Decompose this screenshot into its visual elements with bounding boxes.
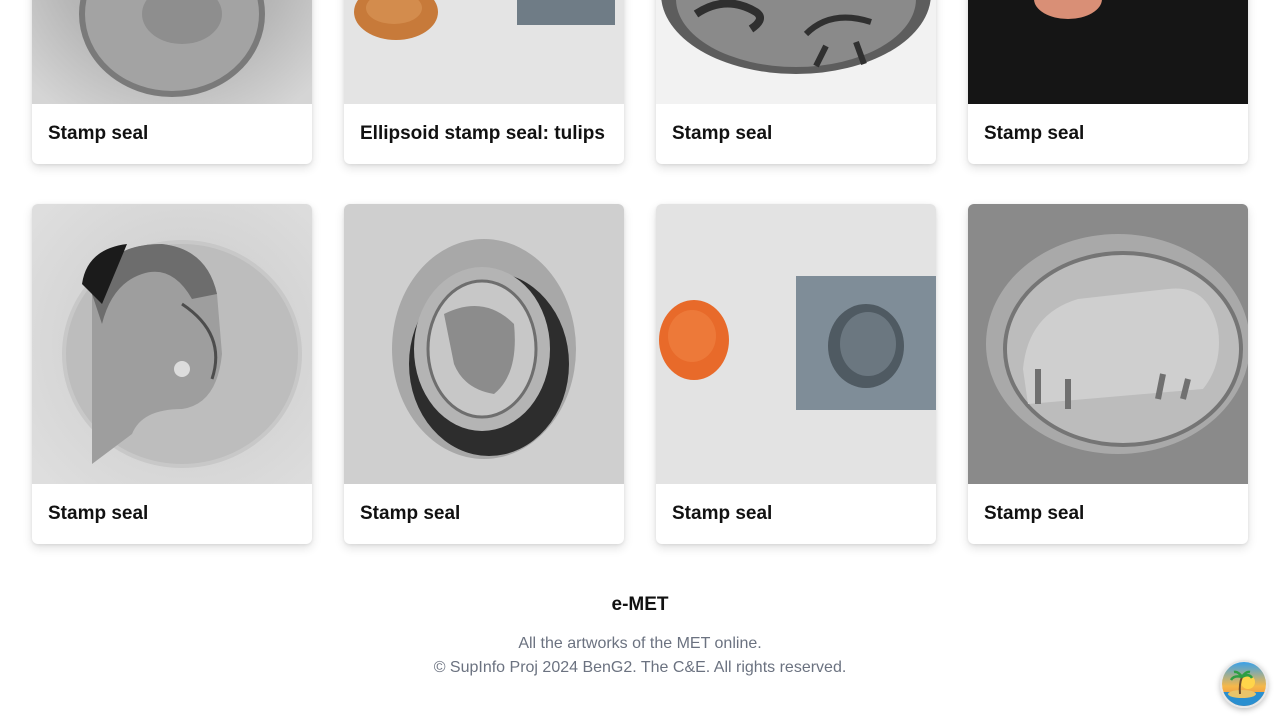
- artwork-thumbnail[interactable]: [32, 204, 312, 484]
- artwork-thumbnail[interactable]: [656, 204, 936, 484]
- artwork-thumbnail[interactable]: [656, 0, 936, 104]
- artwork-title[interactable]: Stamp seal: [656, 104, 936, 164]
- artwork-card[interactable]: Stamp seal: [32, 204, 312, 544]
- island-sunset-icon: [1222, 662, 1266, 706]
- artwork-card[interactable]: Stamp seal: [32, 0, 312, 164]
- artwork-card[interactable]: Ellipsoid stamp seal: tulips: [344, 0, 624, 164]
- artwork-title[interactable]: Stamp seal: [32, 104, 312, 164]
- artwork-card[interactable]: Stamp seal: [968, 204, 1248, 544]
- artwork-card[interactable]: Stamp seal: [656, 204, 936, 544]
- artwork-title[interactable]: Stamp seal: [344, 484, 624, 544]
- artwork-grid-row-1: Stamp seal Ellipsoid stamp seal: tulips …: [32, 0, 1248, 164]
- artwork-title[interactable]: Stamp seal: [968, 484, 1248, 544]
- floating-action-button[interactable]: [1220, 660, 1268, 708]
- artwork-title[interactable]: Stamp seal: [656, 484, 936, 544]
- artwork-thumbnail[interactable]: [344, 0, 624, 104]
- artwork-card[interactable]: Stamp seal: [344, 204, 624, 544]
- artwork-thumbnail[interactable]: [968, 0, 1248, 104]
- artwork-title[interactable]: Stamp seal: [32, 484, 312, 544]
- artwork-thumbnail[interactable]: [344, 204, 624, 484]
- artwork-grid-row-2: Stamp seal Stamp seal Stamp seal Stamp s…: [32, 204, 1248, 544]
- footer-brand: e-MET: [611, 594, 669, 615]
- artwork-thumbnail[interactable]: [32, 0, 312, 104]
- artwork-thumbnail[interactable]: [968, 204, 1248, 484]
- artwork-card[interactable]: Stamp seal: [968, 0, 1248, 164]
- artwork-card[interactable]: Stamp seal: [656, 0, 936, 164]
- site-footer: e-MET All the artworks of the MET online…: [0, 594, 1280, 680]
- footer-copyright: © SupInfo Proj 2024 BenG2. The C&E. All …: [433, 659, 847, 676]
- artwork-title[interactable]: Stamp seal: [968, 104, 1248, 164]
- artwork-title[interactable]: Ellipsoid stamp seal: tulips: [344, 104, 624, 164]
- footer-tagline: All the artworks of the MET online.: [518, 635, 762, 652]
